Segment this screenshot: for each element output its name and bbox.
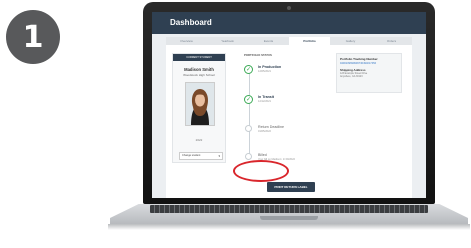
change-student-label: Change student bbox=[182, 154, 201, 157]
status-step-label: In Transit bbox=[258, 95, 274, 99]
portfolio-panel: CURRENT STUDENT Madison Smith Woodstock … bbox=[166, 45, 412, 198]
student-portrait-image bbox=[186, 83, 214, 125]
step-number-badge: 1 bbox=[6, 10, 60, 64]
shipping-address-line-2: Anywhere, GA 30123 bbox=[340, 75, 363, 79]
tab-bar: Overview Yearbook Events Portfolio Galle… bbox=[166, 37, 412, 45]
tab-orders[interactable]: Orders bbox=[371, 37, 412, 45]
laptop-shadow bbox=[108, 224, 470, 230]
student-card-header: CURRENT STUDENT bbox=[173, 54, 225, 61]
student-school: Woodstock High School bbox=[183, 73, 215, 77]
dashboard-screen: Dashboard Overview Yearbook Events Portf… bbox=[152, 12, 426, 198]
timeline-connector bbox=[249, 65, 250, 157]
status-step-date: 12/05/2021 bbox=[258, 70, 271, 73]
status-step-label: Billed bbox=[258, 153, 267, 157]
tab-gallery[interactable]: Gallery bbox=[330, 37, 371, 45]
student-photo bbox=[185, 82, 215, 126]
tracking-info-box: Portfolio Tracking Number 94001096999397… bbox=[336, 53, 402, 93]
laptop-screen-bezel: Dashboard Overview Yearbook Events Portf… bbox=[143, 2, 435, 204]
status-step-label: Return Deadline bbox=[258, 125, 284, 129]
tracking-number-label: Portfolio Tracking Number bbox=[340, 57, 378, 61]
check-circle-icon: ✓ bbox=[244, 65, 253, 74]
webcam bbox=[287, 6, 291, 10]
laptop-keyboard bbox=[150, 205, 428, 213]
laptop-opening-notch bbox=[260, 216, 318, 220]
tracking-number-link[interactable]: 9400109699939730494017456 bbox=[340, 62, 398, 65]
app-header: Dashboard bbox=[152, 12, 426, 34]
status-step-label: In Production bbox=[258, 65, 282, 69]
student-name: Madison Smith bbox=[184, 67, 214, 72]
tab-yearbook[interactable]: Yearbook bbox=[207, 37, 248, 45]
callout-highlight-ring bbox=[233, 160, 289, 182]
student-year: 2022 bbox=[195, 138, 203, 142]
status-step-date: 12/12/2021 bbox=[258, 100, 271, 103]
tab-events[interactable]: Events bbox=[248, 37, 289, 45]
tab-portfolio[interactable]: Portfolio bbox=[289, 37, 330, 45]
print-return-label-button[interactable]: PRINT RETURN LABEL bbox=[267, 182, 315, 192]
status-step-date: 01/05/2022 bbox=[258, 130, 271, 133]
tab-overview[interactable]: Overview bbox=[166, 37, 207, 45]
chevron-down-icon: ▾ bbox=[218, 154, 220, 158]
change-student-select[interactable]: Change student ▾ bbox=[179, 152, 223, 160]
pending-circle-icon bbox=[245, 153, 252, 160]
check-circle-icon: ✓ bbox=[244, 95, 253, 104]
page-title: Dashboard bbox=[170, 18, 212, 27]
pending-circle-icon bbox=[245, 125, 252, 132]
student-card: CURRENT STUDENT Madison Smith Woodstock … bbox=[172, 53, 226, 163]
